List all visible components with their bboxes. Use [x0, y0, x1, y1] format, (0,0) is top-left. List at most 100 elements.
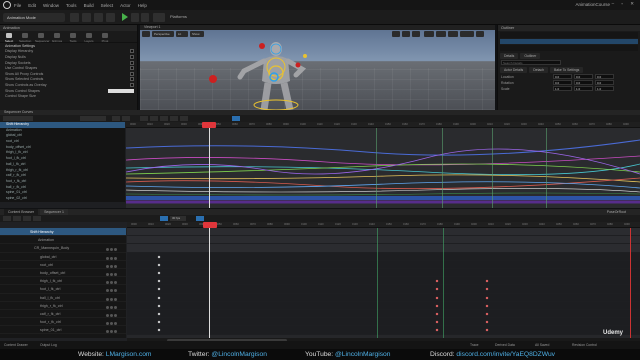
property-checkbox[interactable] — [130, 54, 134, 59]
mode-select-icon[interactable] — [82, 13, 91, 22]
blueprint-icon[interactable] — [106, 13, 115, 22]
menu-build[interactable]: Build — [84, 3, 94, 8]
track-lane[interactable] — [127, 326, 640, 335]
property-checkbox[interactable] — [130, 49, 134, 54]
shape-size-slider[interactable] — [108, 88, 134, 93]
play-icon[interactable] — [122, 13, 128, 21]
tangent-auto-icon[interactable] — [140, 116, 148, 121]
track-item[interactable]: foot_l_fk_ctrl — [0, 285, 126, 294]
tangent-user-icon[interactable] — [150, 116, 158, 121]
tangent-break-icon[interactable] — [160, 116, 168, 121]
outliner-list[interactable] — [500, 32, 638, 38]
mannequin-character[interactable] — [140, 25, 495, 110]
track-lane[interactable] — [127, 228, 640, 237]
track-item[interactable]: thigh_r_fk_ctrl — [0, 302, 126, 310]
curve-view-dropdown[interactable] — [3, 116, 33, 121]
curve-lines[interactable] — [126, 128, 640, 208]
snap-icon[interactable] — [160, 216, 168, 221]
trace-button[interactable]: Trace — [470, 341, 479, 349]
pause-icon[interactable] — [131, 13, 139, 22]
frame-all-icon[interactable] — [112, 116, 120, 121]
mode-layers-button[interactable]: Layers — [83, 33, 95, 43]
youtube-link[interactable]: @LincolnMargison — [335, 351, 391, 358]
outliner-selected-row[interactable] — [500, 38, 638, 44]
track-item[interactable]: spine_01_ctrl — [0, 326, 126, 335]
location-z-field[interactable]: 0.0 — [595, 74, 614, 79]
menu-select[interactable]: Select — [101, 3, 114, 8]
mode-tools-button[interactable]: Tools — [67, 33, 79, 43]
menu-window[interactable]: Window — [43, 3, 59, 8]
tab-details[interactable]: Details — [500, 52, 519, 59]
detach-button[interactable]: Detach — [529, 66, 548, 73]
track-lane[interactable] — [127, 318, 640, 327]
track-item[interactable]: foot_r_fk_ctrl — [0, 318, 126, 327]
details-search-input[interactable]: Search Details — [501, 60, 561, 65]
track-lane[interactable] — [127, 260, 640, 269]
twitter-link[interactable]: @LincolnMargison — [211, 351, 267, 358]
track-lane[interactable] — [127, 277, 640, 286]
scale-y-field[interactable]: 1.0 — [574, 86, 593, 91]
output-log-button[interactable]: Output Log — [40, 341, 57, 349]
discord-link[interactable]: discord.com/invite/YaEQ8DZWuv — [456, 351, 555, 358]
mode-gizmos-button[interactable]: Gizmos — [51, 33, 63, 43]
property-checkbox[interactable] — [130, 66, 134, 71]
scale-z-field[interactable]: 1.0 — [595, 86, 614, 91]
save-icon[interactable] — [70, 13, 79, 22]
outliner-list[interactable] — [500, 45, 638, 51]
track-lane[interactable] — [127, 285, 640, 294]
track-item[interactable]: thigh_l_fk_ctrl — [0, 277, 126, 286]
track-item[interactable]: body_offset_ctrl — [0, 269, 126, 278]
curve-graph[interactable]: 0000 0010 0020 0030 0040 0050 0060 0070 0080 0090… — [126, 122, 640, 208]
level-viewport[interactable]: Viewport 1 Perspective Lit Show — [140, 25, 495, 110]
menu-tools[interactable]: Tools — [66, 3, 77, 8]
curve-mode-dropdown[interactable] — [80, 116, 106, 121]
render-movie-icon[interactable] — [23, 216, 31, 221]
save-sequence-icon[interactable] — [3, 216, 11, 221]
track-lane[interactable] — [127, 244, 640, 253]
mode-pivot-button[interactable]: Pivot — [99, 33, 111, 43]
track-item[interactable]: root_ctrl — [0, 261, 126, 269]
flatten-icon[interactable] — [232, 116, 240, 121]
end-range-marker[interactable] — [630, 228, 631, 338]
location-x-field[interactable]: 0.0 — [553, 74, 572, 79]
track-item[interactable]: ball_l_fk_ctrl — [0, 294, 126, 302]
track-lane[interactable] — [127, 301, 640, 310]
rotation-y-field[interactable]: 0.0 — [574, 80, 593, 85]
track-lane[interactable] — [127, 269, 640, 278]
menu-file[interactable]: File — [14, 3, 21, 8]
mode-selection-button[interactable]: Selection — [19, 33, 31, 43]
sequencer-playhead-handle[interactable] — [203, 222, 217, 228]
sequencer-timeline[interactable]: 0000 0010 0020 0030 0040 0050 0060 0070 0080 0090… — [127, 222, 640, 338]
rotation-z-field[interactable]: 0.0 — [595, 80, 614, 85]
scale-x-field[interactable]: 1.0 — [553, 86, 572, 91]
revision-control-button[interactable]: Revision Control — [572, 341, 597, 349]
tangent-linear-icon[interactable] — [170, 116, 178, 121]
unreal-logo-icon[interactable] — [3, 1, 11, 9]
tab-outliner[interactable]: Outliner — [520, 52, 541, 59]
frame-selection-icon[interactable] — [122, 116, 130, 121]
actor-details-button[interactable]: Actor Details — [500, 66, 528, 73]
derived-data-button[interactable]: Derived Data — [495, 341, 515, 349]
track-lane[interactable] — [127, 252, 640, 261]
track-item[interactable]: global_ctrl — [0, 253, 126, 261]
auto-key-icon[interactable] — [196, 216, 204, 221]
camera-cut-icon[interactable] — [33, 216, 41, 221]
menu-actor[interactable]: Actor — [120, 3, 131, 8]
tree-item[interactable]: spine_02_ctrl — [0, 196, 125, 202]
property-checkbox[interactable] — [130, 77, 134, 82]
mode-select-button[interactable]: Select — [3, 33, 15, 43]
stop-icon[interactable] — [141, 13, 149, 22]
rotation-x-field[interactable]: 0.0 — [553, 80, 572, 85]
bake-settings-button[interactable]: Bake To Settings — [549, 66, 584, 73]
track-item[interactable]: Animation — [0, 236, 126, 245]
mode-tab[interactable]: Animation Mode — [3, 13, 65, 22]
fps-dropdown[interactable]: 30 fps — [170, 216, 186, 221]
find-in-browser-icon[interactable] — [13, 216, 21, 221]
all-saved-status[interactable]: All Saved — [535, 341, 549, 349]
website-link[interactable]: LMargison.com — [106, 351, 152, 358]
property-checkbox[interactable] — [130, 60, 134, 65]
menu-help[interactable]: Help — [138, 3, 147, 8]
tangent-constant-icon[interactable] — [180, 116, 188, 121]
property-checkbox[interactable] — [130, 82, 134, 87]
launch-options-icon[interactable] — [153, 13, 165, 22]
